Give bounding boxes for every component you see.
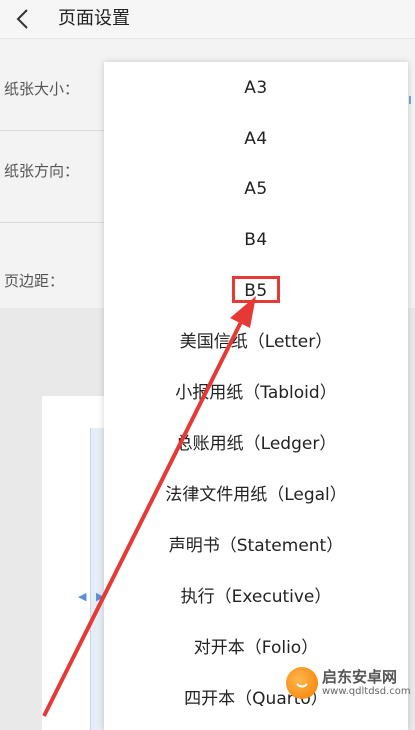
watermark-title: 启东安卓网 — [322, 668, 398, 686]
option-a4[interactable]: A4 — [104, 124, 408, 154]
option-folio[interactable]: 对开本（Folio） — [104, 633, 408, 663]
option-b4[interactable]: B4 — [104, 225, 408, 255]
watermark: 启东安卓网 www.qdltdsd.com — [286, 663, 412, 703]
divider — [0, 130, 104, 131]
option-ledger[interactable]: 总账用纸（Ledger） — [104, 429, 408, 459]
highlight-box — [232, 276, 280, 303]
chevron-left-icon — [16, 9, 28, 29]
arrow-left-icon[interactable]: ◀ — [78, 590, 86, 603]
back-button[interactable] — [10, 6, 36, 32]
option-letter[interactable]: 美国信纸（Letter） — [104, 327, 408, 357]
smile-icon — [296, 683, 308, 688]
option-legal[interactable]: 法律文件用纸（Legal） — [104, 480, 408, 510]
margin-label: 页边距： — [4, 272, 65, 290]
option-a5[interactable]: A5 — [104, 174, 408, 204]
watermark-url: www.qdltdsd.com — [322, 686, 411, 697]
divider — [0, 222, 104, 223]
paper-size-label: 纸张大小： — [4, 80, 80, 98]
option-statement[interactable]: 声明书（Statement） — [104, 531, 408, 561]
top-bar: 页面设置 — [0, 0, 415, 39]
option-a3[interactable]: A3 — [104, 73, 408, 103]
option-executive[interactable]: 执行（Executive） — [104, 582, 408, 612]
watermark-logo-icon — [286, 667, 318, 699]
paper-size-dropdown[interactable]: A3 A4 A5 B4 B5 美国信纸（Letter） 小报用纸（Tabloid… — [104, 62, 408, 730]
paper-size-indicator — [409, 96, 411, 104]
page-title: 页面设置 — [58, 8, 130, 29]
option-tabloid[interactable]: 小报用纸（Tabloid） — [104, 378, 408, 408]
paper-orientation-label: 纸张方向： — [4, 162, 80, 180]
